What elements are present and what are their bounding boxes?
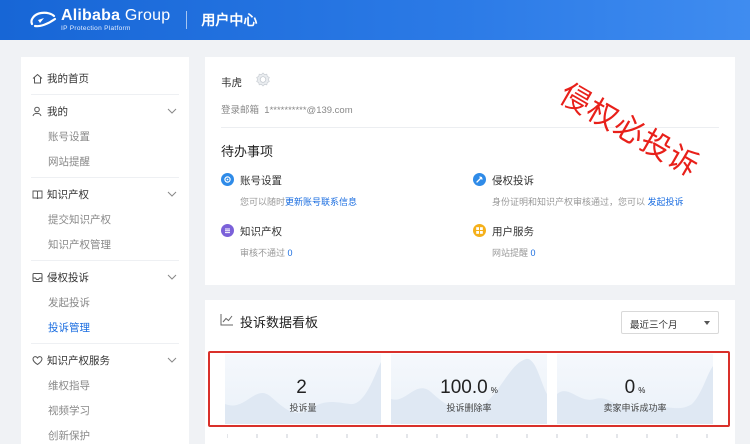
- alibaba-logo[interactable]: Alibaba Group IP Protection Platform: [28, 6, 171, 33]
- todo-desc-text: 您可以随时: [240, 197, 286, 207]
- sidebar-group-label: 我的: [47, 105, 68, 118]
- todo-desc-text: 审核不通过: [240, 248, 286, 258]
- sidebar-group-complaints[interactable]: 侵权投诉: [21, 264, 189, 290]
- sidebar-item-submit-ip[interactable]: 提交知识产权: [21, 207, 189, 232]
- sidebar-item-innovation-protection[interactable]: 创新保护: [21, 423, 189, 444]
- verified-badge-icon: [256, 72, 270, 87]
- todo-title: 知识产权: [240, 226, 282, 238]
- sidebar-group-label: 知识产权: [47, 188, 89, 201]
- todo-title: 账号设置: [240, 175, 282, 187]
- rejected-count-link[interactable]: 0: [288, 248, 293, 258]
- brand-subtitle: IP Protection Platform: [61, 24, 131, 32]
- divider: [31, 94, 179, 95]
- login-email: 登录邮箱 1**********@139.com: [221, 102, 353, 116]
- complaint-icon: [473, 173, 486, 186]
- stats-card: 投诉数据看板 最近三个月 2 投诉量 100.0% 投诉删除率 0% 卖家申诉成…: [205, 300, 735, 444]
- divider: [31, 343, 179, 344]
- reminder-count-link[interactable]: 0: [531, 248, 536, 258]
- chevron-down-icon: [167, 191, 177, 197]
- sidebar-item-home[interactable]: 我的首页: [21, 65, 189, 91]
- sidebar-item-ip-management[interactable]: 知识产权管理: [21, 232, 189, 257]
- sidebar-item-video-learning[interactable]: 视频学习: [21, 398, 189, 423]
- alibaba-logo-icon: [30, 11, 57, 28]
- top-header: Alibaba Group IP Protection Platform 用户中…: [0, 0, 750, 40]
- sidebar-group-label: 侵权投诉: [47, 271, 89, 284]
- period-select[interactable]: 最近三个月: [621, 311, 719, 334]
- sidebar-item-file-complaint[interactable]: 发起投诉: [21, 290, 189, 315]
- line-chart-icon: [220, 314, 233, 326]
- gear-icon: [221, 173, 234, 186]
- period-select-value: 最近三个月: [630, 320, 678, 331]
- highlight-annotation-box: [208, 351, 730, 427]
- sidebar-item-complaint-management[interactable]: 投诉管理: [21, 315, 189, 340]
- file-complaint-link[interactable]: 发起投诉: [648, 197, 684, 207]
- sidebar-item-rights-guide[interactable]: 维权指导: [21, 373, 189, 398]
- service-icon: [473, 224, 486, 237]
- brand-group: Group: [120, 6, 171, 24]
- chevron-down-icon: [167, 357, 177, 363]
- todo-title: 侵权投诉: [492, 175, 534, 187]
- brand-name: Alibaba: [61, 6, 121, 24]
- email-value: 1**********@139.com: [264, 105, 353, 116]
- stats-title: 投诉数据看板: [240, 315, 319, 330]
- sidebar-item-site-reminders[interactable]: 网站提醒: [21, 149, 189, 174]
- todo-desc: 身份证明和知识产权审核通过，您可以 发起投诉: [492, 195, 684, 208]
- todo-title: 用户服务: [492, 226, 534, 238]
- divider: [31, 260, 179, 261]
- todo-section-title: 待办事项: [221, 144, 274, 159]
- sidebar-group-my[interactable]: 我的: [21, 98, 189, 124]
- chevron-down-icon: [167, 108, 177, 114]
- update-contact-link[interactable]: 更新账号联系信息: [285, 197, 357, 207]
- chevron-down-icon: [167, 274, 177, 280]
- caret-down-icon: [704, 321, 710, 325]
- user-name: 韦虎: [221, 77, 242, 89]
- heart-icon: [31, 354, 43, 366]
- user-icon: [31, 105, 43, 117]
- todo-desc: 网站提醒 0: [492, 246, 536, 259]
- ip-icon: [221, 224, 234, 237]
- page-title: 用户中心: [201, 12, 258, 28]
- email-label: 登录邮箱: [221, 105, 260, 116]
- sidebar-group-ip-services[interactable]: 知识产权服务: [21, 347, 189, 373]
- todo-desc-text: 网站提醒: [492, 248, 529, 258]
- todo-desc: 您可以随时更新账号联系信息: [240, 195, 357, 208]
- sidebar-item-account-settings[interactable]: 账号设置: [21, 124, 189, 149]
- todo-desc: 审核不通过 0: [240, 246, 293, 259]
- sidebar-item-label: 我的首页: [47, 72, 89, 85]
- sidebar-group-ip[interactable]: 知识产权: [21, 181, 189, 207]
- sidebar-group-label: 知识产权服务: [47, 354, 110, 367]
- inbox-icon: [31, 271, 43, 283]
- book-icon: [31, 188, 43, 200]
- home-icon: [31, 72, 43, 84]
- header-divider: [186, 11, 188, 29]
- sidebar: 我的首页 我的 账号设置 网站提醒 知识产权 提交知识产权 知识产权管理 侵权投…: [21, 57, 189, 444]
- chart-axis-ticks: [227, 434, 708, 438]
- divider: [31, 177, 179, 178]
- user-card: 韦虎 登录邮箱 1**********@139.com 待办事项 账号设置 您可…: [205, 57, 735, 285]
- todo-desc-text: 身份证明和知识产权审核通过，您可以: [492, 197, 646, 207]
